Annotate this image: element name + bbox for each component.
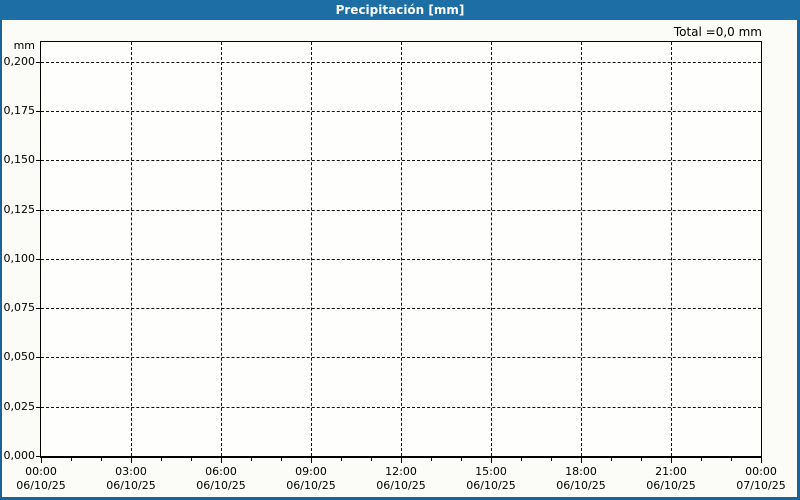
x-tick-date-label: 06/10/25 <box>376 478 426 492</box>
x-major-tick-mark <box>41 458 42 463</box>
y-tick-label: 0,200 <box>3 55 36 68</box>
y-tick-label: 0,125 <box>3 203 36 216</box>
x-minor-tick-mark <box>431 458 432 461</box>
x-tick-label: 03:00 06/10/25 <box>96 465 166 492</box>
y-tick-mark <box>36 357 40 358</box>
x-tick-date-label: 06/10/25 <box>556 478 606 492</box>
precipitation-chart-window: Precipitación [mm] Total =0,0 mm mm 0,20… <box>0 0 800 500</box>
y-tick-mark <box>36 456 40 457</box>
x-tick-time-label: 06:00 <box>205 465 237 478</box>
chart-title-bar: Precipitación [mm] <box>0 0 800 20</box>
x-tick-label: 06:00 06/10/25 <box>186 465 256 492</box>
x-minor-tick-mark <box>701 458 702 461</box>
x-minor-tick-mark <box>731 458 732 461</box>
x-minor-tick-mark <box>251 458 252 461</box>
v-gridline <box>401 42 402 456</box>
x-tick-date-label: 06/10/25 <box>16 478 66 492</box>
x-tick-time-label: 12:00 <box>385 465 417 478</box>
x-tick-time-label: 00:00 <box>25 465 57 478</box>
x-major-tick-mark <box>311 458 312 463</box>
x-minor-tick-mark <box>161 458 162 461</box>
x-major-tick-mark <box>401 458 402 463</box>
x-major-tick-mark <box>491 458 492 463</box>
v-gridline <box>491 42 492 456</box>
y-axis-unit-label: mm <box>13 39 35 52</box>
v-gridline <box>221 42 222 456</box>
v-gridline <box>671 42 672 456</box>
x-minor-tick-mark <box>341 458 342 461</box>
x-tick-date-label: 06/10/25 <box>646 478 696 492</box>
x-major-tick-mark <box>581 458 582 463</box>
plot-area <box>40 41 762 458</box>
v-gridline <box>311 42 312 456</box>
y-tick-label: 0,025 <box>3 400 36 413</box>
y-tick-label: 0,175 <box>3 104 36 117</box>
x-minor-tick-mark <box>521 458 522 461</box>
x-tick-label: 00:00 07/10/25 <box>726 465 796 492</box>
x-tick-label: 09:00 06/10/25 <box>276 465 346 492</box>
x-tick-date-label: 06/10/25 <box>106 478 156 492</box>
x-minor-tick-mark <box>611 458 612 461</box>
x-tick-time-label: 00:00 <box>745 465 777 478</box>
x-minor-tick-mark <box>641 458 642 461</box>
x-tick-time-label: 03:00 <box>115 465 147 478</box>
x-tick-date-label: 06/10/25 <box>196 478 246 492</box>
y-tick-mark <box>36 407 40 408</box>
y-tick-label: 0,050 <box>3 350 36 363</box>
x-major-tick-mark <box>221 458 222 463</box>
x-tick-date-label: 07/10/25 <box>736 478 786 492</box>
x-tick-label: 21:00 06/10/25 <box>636 465 706 492</box>
x-major-tick-mark <box>131 458 132 463</box>
total-precipitation-label: Total =0,0 mm <box>673 25 762 39</box>
x-minor-tick-mark <box>461 458 462 461</box>
x-minor-tick-mark <box>551 458 552 461</box>
x-minor-tick-mark <box>71 458 72 461</box>
x-tick-date-label: 06/10/25 <box>286 478 336 492</box>
x-tick-time-label: 15:00 <box>475 465 507 478</box>
y-tick-mark <box>36 308 40 309</box>
y-tick-mark <box>36 111 40 112</box>
y-tick-mark <box>36 160 40 161</box>
x-minor-tick-mark <box>281 458 282 461</box>
x-major-tick-mark <box>671 458 672 463</box>
v-gridline <box>581 42 582 456</box>
x-tick-time-label: 09:00 <box>295 465 327 478</box>
y-tick-label: 0,000 <box>3 449 36 462</box>
x-minor-tick-mark <box>371 458 372 461</box>
y-tick-mark <box>36 210 40 211</box>
x-tick-label: 12:00 06/10/25 <box>366 465 436 492</box>
x-tick-label: 18:00 06/10/25 <box>546 465 616 492</box>
x-tick-time-label: 21:00 <box>655 465 687 478</box>
chart-title: Precipitación [mm] <box>335 3 465 17</box>
x-major-tick-mark <box>761 458 762 463</box>
x-tick-time-label: 18:00 <box>565 465 597 478</box>
x-tick-label: 00:00 06/10/25 <box>6 465 76 492</box>
x-tick-date-label: 06/10/25 <box>466 478 516 492</box>
v-gridline <box>131 42 132 456</box>
x-tick-label: 15:00 06/10/25 <box>456 465 526 492</box>
y-tick-label: 0,150 <box>3 153 36 166</box>
x-minor-tick-mark <box>191 458 192 461</box>
y-tick-mark <box>36 62 40 63</box>
y-tick-label: 0,100 <box>3 252 36 265</box>
y-tick-label: 0,075 <box>3 301 36 314</box>
x-minor-tick-mark <box>101 458 102 461</box>
y-tick-mark <box>36 259 40 260</box>
